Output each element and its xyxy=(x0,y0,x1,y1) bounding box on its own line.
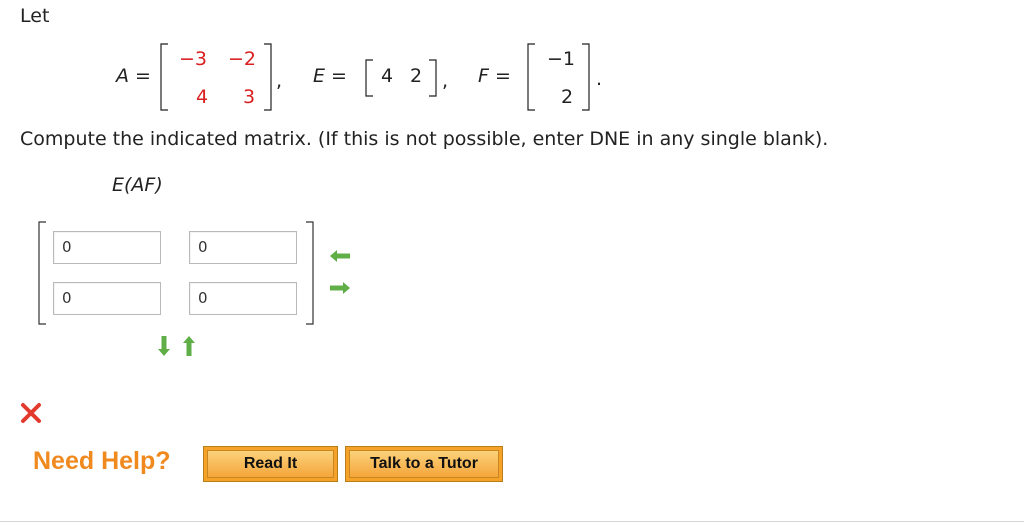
matrix-f-left-bracket xyxy=(527,43,535,111)
answer-left-bracket xyxy=(38,221,46,325)
matrix-f-right-bracket xyxy=(582,43,590,111)
answer-cell-r1c1[interactable]: 0 xyxy=(53,231,161,264)
answer-cell-r2c2[interactable]: 0 xyxy=(189,282,297,315)
arrow-right-icon[interactable] xyxy=(329,281,351,295)
answer-cell-r1c2[interactable]: 0 xyxy=(189,231,297,264)
matrix-a-left-bracket xyxy=(160,43,168,111)
answer-right-bracket xyxy=(306,221,314,325)
arrow-down-icon[interactable] xyxy=(157,335,171,357)
matrix-e-left-bracket xyxy=(365,59,373,97)
arrow-up-icon[interactable] xyxy=(182,335,196,357)
matrix-a-entry-r1c1: −3 xyxy=(179,48,208,70)
matrix-e-entry-1: 4 xyxy=(381,65,394,87)
matrix-f-entry-2: 2 xyxy=(561,86,574,108)
matrix-f-period: . xyxy=(596,68,603,90)
expression-label: E(AF) xyxy=(112,174,163,196)
matrix-a-comma: , xyxy=(276,70,283,92)
incorrect-x-icon xyxy=(21,403,41,423)
talk-to-tutor-button[interactable]: Talk to a Tutor xyxy=(345,446,503,482)
matrix-a-right-bracket xyxy=(264,43,272,111)
matrix-e-entry-2: 2 xyxy=(410,65,423,87)
matrix-a-entry-r2c2: 3 xyxy=(243,86,256,108)
matrix-a-label-text: A = xyxy=(116,65,151,87)
matrix-e-label-text: E = xyxy=(313,65,347,87)
read-it-button-label: Read It xyxy=(207,450,334,478)
matrix-f-entry-1: −1 xyxy=(547,48,576,70)
matrix-e-right-bracket xyxy=(429,59,437,97)
matrix-f-label-text: F = xyxy=(478,65,511,87)
matrix-f-label: F = xyxy=(478,65,511,87)
talk-to-tutor-button-label: Talk to a Tutor xyxy=(349,450,499,478)
matrix-a-label: A = xyxy=(116,65,151,87)
matrix-e-label: E = xyxy=(313,65,347,87)
matrix-a-entry-r2c1: 4 xyxy=(196,86,209,108)
instruction-text: Compute the indicated matrix. (If this i… xyxy=(20,128,829,150)
read-it-button[interactable]: Read It xyxy=(203,446,338,482)
matrix-a-entry-r1c2: −2 xyxy=(228,48,257,70)
footer-divider xyxy=(0,521,1024,522)
matrix-e-comma: , xyxy=(442,70,449,92)
arrow-left-icon[interactable] xyxy=(329,249,351,263)
need-help-label: Need Help? xyxy=(33,447,171,475)
answer-cell-r2c1[interactable]: 0 xyxy=(53,282,161,315)
intro-text: Let xyxy=(20,5,50,27)
